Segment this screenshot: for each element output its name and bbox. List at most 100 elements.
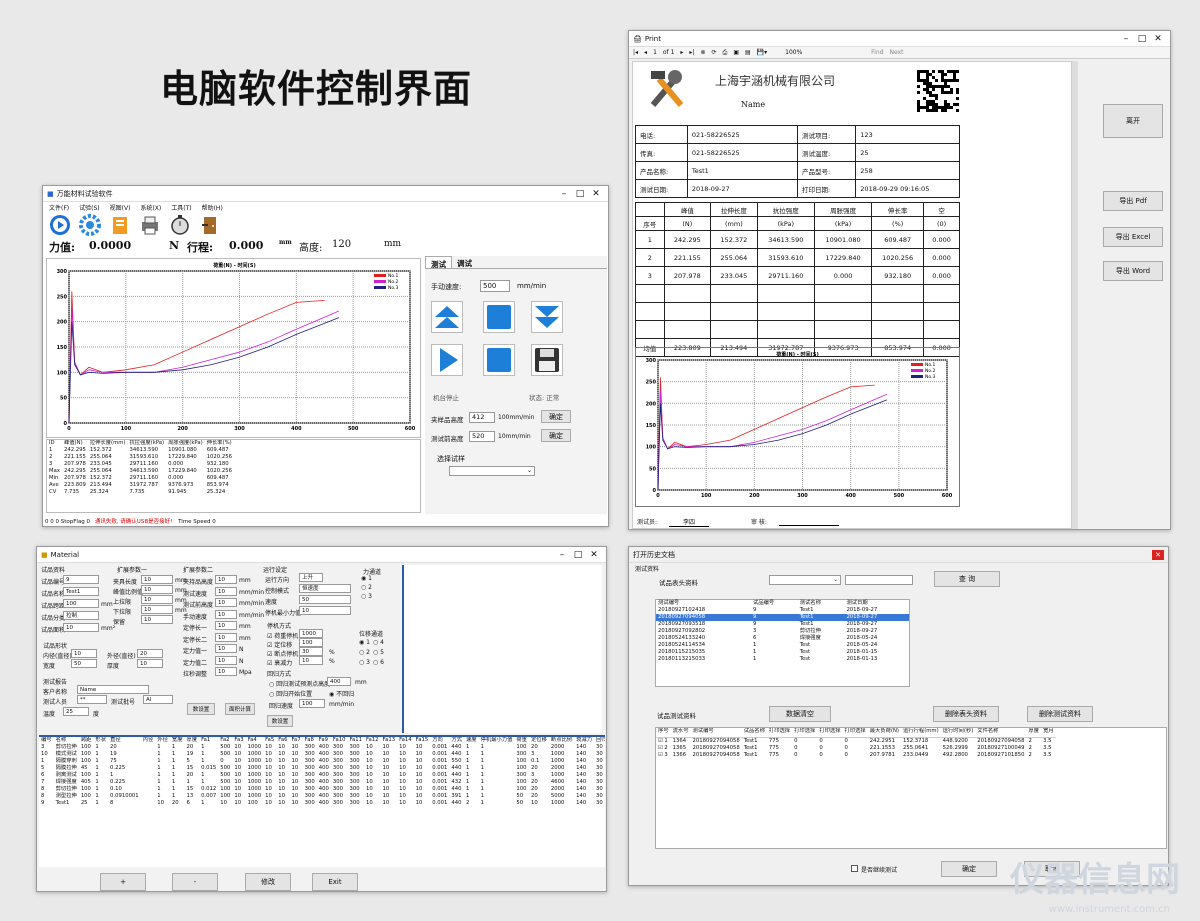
ext2-field-input[interactable]: 10 [215,644,237,653]
table-row[interactable]: 20180115215035 1 Test 2018-01-15 [656,649,909,656]
maximize-button[interactable]: □ [570,550,586,560]
table-row[interactable]: 20180524133240 6 焊接强度 2018-05-24 [656,635,909,642]
area-calc-button[interactable]: 面积计算 [225,703,255,715]
close-button[interactable]: ✕ [588,189,604,199]
ext2-field-input[interactable]: 10 [215,655,237,665]
sample-field-input[interactable]: 拉制 [63,611,99,620]
leave-button[interactable]: 离开 [1103,104,1163,138]
sample-field-input[interactable]: Test1 [63,587,99,596]
gear-icon[interactable] [79,214,101,236]
edit-button[interactable]: 修改 [245,873,291,891]
table-row[interactable]: 20180113215033 1 Test 2018-01-13 [656,656,909,663]
table-row[interactable]: 6 剥离测试 100 1 1 1 1 20 1 500 10 1000 10 10 10 300 400 300 3… [39,772,605,779]
export-excel-button[interactable]: 导出 Excel [1103,227,1163,247]
export-word-button[interactable]: 导出 Word [1103,261,1163,281]
table-row[interactable]: 7 焊接强度 405 1 0.225 1 1 1 1 500 10 1000 10 10 10 300 400 3… [39,779,605,786]
zoom-select[interactable]: 100% [785,49,835,56]
find-link[interactable]: Find [871,49,883,56]
stop-field-input[interactable]: 1000 [299,629,323,638]
export-pdf-button[interactable]: 导出 Pdf [1103,191,1163,211]
confirm-clamp-button[interactable]: 确定 [541,410,571,423]
jog-down-button[interactable] [531,301,563,333]
ext2-field-input[interactable]: 10 [215,632,237,642]
report-icon[interactable] [109,214,131,236]
prev-page-icon[interactable]: ◂ [644,49,647,56]
stop-button-1[interactable] [483,301,515,333]
next-page-icon[interactable]: ▸ [680,49,683,56]
table-row[interactable]: 8 测型拉伸 100 1 0.0910001 1 1 13 0.007 100 10 1000 10 10… [39,793,605,800]
export-icon[interactable]: 💾▾ [757,49,767,56]
menu-view[interactable]: 视图(V) [110,203,131,212]
print-icon[interactable]: ⎙ [723,49,728,57]
table-row[interactable]: 20180524114534 1 Test 2018-05-24 [656,642,909,649]
filter-input[interactable] [845,575,913,585]
first-page-icon[interactable]: |◂ [633,49,638,56]
next-link[interactable]: Next [889,49,903,56]
printer-icon[interactable] [139,214,161,236]
tester-input[interactable]: ** [77,695,107,704]
tab-debug[interactable]: 调试 [452,256,477,268]
table-row[interactable]: 20180927093518 9 Test1 2018-09-27 [656,621,909,628]
minimize-button[interactable]: – [1118,34,1134,44]
run-field-input[interactable]: 50 [299,595,351,604]
jog-up-button[interactable] [431,301,463,333]
remove-button[interactable]: - [172,873,218,891]
stop-field-input[interactable]: 30 [299,647,323,656]
sample-field-input[interactable]: 9 [63,575,99,584]
add-button[interactable]: + [100,873,146,891]
shape-field-input[interactable]: 50 [71,659,97,668]
speed-input[interactable]: 500 [480,280,510,292]
confirm-test-button[interactable]: 确定 [541,429,571,442]
ext1-field-input[interactable]: 10 [141,595,173,604]
run-field-input[interactable]: 上升 [299,573,323,582]
table-row[interactable]: 1 隔膜穿刺 100 1 75 1 1 5 1 0 10 1000 10 10 10 300 400 300 300… [39,758,605,765]
ext1-field-input[interactable]: 10 [141,615,173,624]
ext2-field-input[interactable]: 10 [215,609,237,619]
shape-field-input[interactable]: 10 [137,659,163,668]
stop-icon[interactable]: ⊗ [700,49,705,56]
continue-checkbox[interactable] [851,865,858,872]
shape-field-input[interactable]: 10 [71,649,97,658]
shape-field-input[interactable]: 20 [137,649,163,658]
clamp-height-input[interactable]: 412 [469,412,495,423]
stop-field-input[interactable]: 100 [299,638,323,647]
ext1-field-input[interactable]: 10 [141,585,173,594]
ext1-field-input[interactable]: 10 [141,605,173,614]
stop-field-input[interactable]: 10 [299,656,323,665]
select-sample-dropdown[interactable]: ⌄ [449,466,535,476]
setup-icon[interactable]: ▤ [745,49,751,56]
return-height-input[interactable]: 400 [327,677,351,686]
play-icon[interactable] [49,214,71,236]
table-row[interactable]: 3 剪切拉伸 100 1 20 1 1 20 1 500 10 1000 10 10 10 300 400 300… [39,744,605,751]
delete-test-button[interactable]: 删除测试资料 [1027,706,1093,722]
minimize-button[interactable]: – [556,189,572,199]
test-height-input[interactable]: 520 [469,431,495,442]
maximize-button[interactable]: □ [1134,34,1150,44]
last-page-icon[interactable]: ▸| [689,49,694,56]
table-row[interactable]: 20180927092802 3 剪切拉伸 2018-09-27 [656,628,909,635]
ext2-field-input[interactable]: 10 [215,575,237,584]
report-scrollbar[interactable] [1072,61,1078,529]
table-row[interactable]: 20180927102418 9 Test1 2018-09-27 [656,607,909,614]
batch-input[interactable]: AI [143,695,173,704]
layout-icon[interactable]: ▣ [733,49,739,56]
stopwatch-icon[interactable] [169,214,191,236]
exit-door-icon[interactable] [199,214,221,236]
sample-field-input[interactable]: 10 [63,623,99,632]
refresh-icon[interactable]: ⟳ [712,49,717,56]
save-button[interactable] [531,344,563,376]
start-button[interactable] [431,344,463,376]
table-row[interactable]: ☑ 1 1364 20180927094058 Test1 775 0 0 0 242.2951… [656,738,1056,746]
ext2-field-input[interactable]: 10 [215,586,237,596]
close-button[interactable]: ✕ [586,550,602,560]
ok-button[interactable]: 确定 [941,861,997,877]
run-field-input[interactable]: 恒速度 [299,584,351,593]
menu-tools[interactable]: 工具(T) [171,203,191,212]
set-params-button[interactable]: 数设置 [187,703,215,715]
menu-test[interactable]: 试验(S) [79,203,100,212]
ext2-field-input[interactable]: 10 [215,667,237,676]
table-row[interactable]: 8 剪切拉伸 100 1 0.10 1 1 15 0.012 100 10 1000 10 10 10 300… [39,786,605,793]
ext2-field-input[interactable]: 10 [215,598,237,607]
ext2-field-input[interactable]: 10 [215,621,237,630]
maximize-button[interactable]: □ [572,189,588,199]
